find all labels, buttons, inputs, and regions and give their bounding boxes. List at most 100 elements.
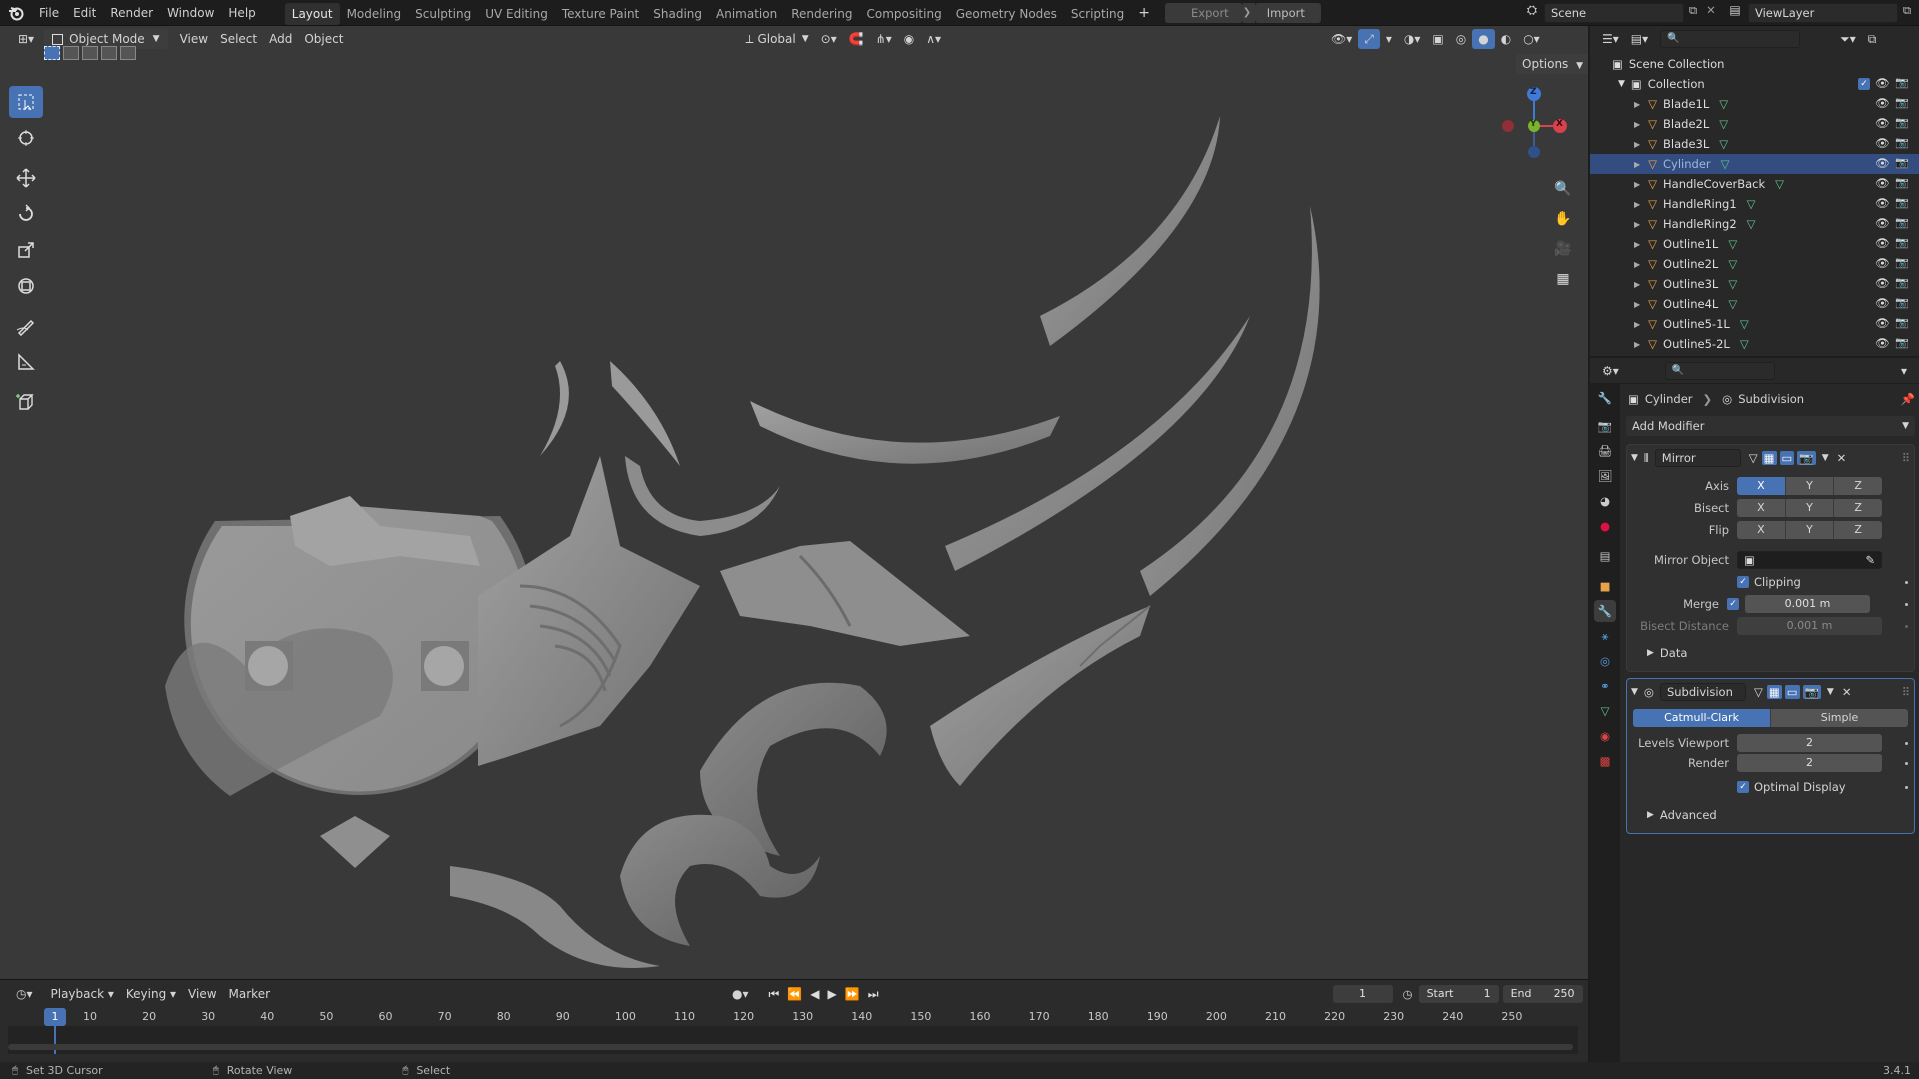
outliner-item-outline3l[interactable]: ▶ ▽ Outline3L ▽ 👁 📷	[1590, 274, 1919, 294]
mesh-data-icon[interactable]: ▽	[1728, 257, 1737, 271]
outliner-collection[interactable]: ▼ ▣ Collection ✓ 👁 📷	[1590, 74, 1919, 94]
workspace-tab-shading[interactable]: Shading	[646, 3, 709, 25]
drag-handle-icon[interactable]: ⠿	[1902, 685, 1910, 699]
modifier-tab-icon[interactable]: 🔧	[1594, 600, 1616, 622]
add-workspace-button[interactable]: +	[1131, 0, 1157, 26]
new-collection-icon[interactable]: ⧉	[1862, 29, 1883, 49]
delete-modifier-icon[interactable]: ✕	[1837, 451, 1847, 465]
mirror-name-field[interactable]: Mirror	[1654, 449, 1741, 467]
flip-y-toggle[interactable]: Y	[1785, 521, 1835, 539]
keyframe-dot-icon[interactable]	[1905, 602, 1908, 606]
render-camera-icon[interactable]: 📷	[1895, 76, 1909, 89]
measure-tool-icon[interactable]	[9, 346, 43, 378]
cage-toggle-icon[interactable]: ▦	[1766, 685, 1782, 699]
workspace-tab-texture-paint[interactable]: Texture Paint	[555, 3, 646, 25]
catmull-clark-button[interactable]: Catmull-Clark	[1633, 709, 1771, 727]
render-camera-icon[interactable]: 📷	[1895, 236, 1909, 249]
xray-icon[interactable]: ▣	[1426, 29, 1449, 49]
modifier-menu-icon[interactable]: ▼	[1827, 687, 1834, 697]
end-frame-field[interactable]: End 250	[1502, 985, 1583, 1003]
zoom-icon[interactable]: 🔍	[1550, 176, 1576, 202]
keyframe-dot-icon[interactable]	[1905, 785, 1908, 789]
wireframe-shading-icon[interactable]: ◎	[1450, 29, 1472, 49]
outliner-item-outline4l[interactable]: ▶ ▽ Outline4L ▽ 👁 📷	[1590, 294, 1919, 314]
visibility-eye-icon[interactable]: 👁	[1875, 96, 1890, 110]
collapse-arrow-icon[interactable]: ▼	[1631, 453, 1638, 463]
perspective-grid-icon[interactable]: ▦	[1550, 266, 1576, 292]
falloff-icon[interactable]: ∧▾	[920, 29, 947, 49]
output-tab-icon[interactable]: 🖨	[1594, 440, 1616, 462]
material-shading-icon[interactable]: ◐	[1495, 29, 1517, 49]
physics-tab-icon[interactable]: ◎	[1594, 650, 1616, 672]
expand-arrow-icon[interactable]: ▶	[1634, 160, 1640, 169]
bisect-y-toggle[interactable]: Y	[1785, 499, 1835, 517]
properties-options-icon[interactable]: ▾	[1895, 361, 1913, 381]
bisect-x-toggle[interactable]: X	[1737, 499, 1786, 517]
workspace-tab-animation[interactable]: Animation	[709, 3, 784, 25]
visibility-eye-icon[interactable]: 👁	[1875, 116, 1890, 130]
expand-arrow-icon[interactable]: ▶	[1634, 140, 1640, 149]
render-toggle-icon[interactable]: 📷	[1802, 685, 1821, 699]
edit-mode-toggle-icon[interactable]: ▽	[1754, 685, 1763, 699]
menu-select[interactable]: Select	[214, 29, 263, 49]
pivot-point-icon[interactable]: ⊙▾	[815, 29, 843, 49]
clock-icon[interactable]: ◷	[1403, 987, 1413, 1001]
blender-logo-icon[interactable]	[0, 0, 32, 26]
visibility-eye-icon[interactable]: 👁	[1875, 316, 1890, 330]
workspace-tab-layout[interactable]: Layout	[284, 2, 340, 25]
merge-checkbox[interactable]: ✓	[1727, 598, 1739, 610]
select-extend-icon[interactable]	[63, 46, 79, 60]
delete-modifier-icon[interactable]: ✕	[1842, 685, 1852, 699]
render-camera-icon[interactable]: 📷	[1895, 336, 1909, 349]
editor-type-icon[interactable]: ⊞▾	[12, 29, 40, 49]
workspace-tab-uv-editing[interactable]: UV Editing	[478, 3, 555, 25]
expand-arrow-icon[interactable]: ▶	[1634, 100, 1640, 109]
export-button[interactable]: Export	[1165, 2, 1243, 23]
timeline-editor-type-icon[interactable]: ◷▾	[10, 984, 39, 1004]
snap-target-icon[interactable]: ⋔▾	[870, 29, 898, 49]
mesh-data-icon[interactable]: ▽	[1747, 217, 1756, 231]
drag-handle-icon[interactable]: ⠿	[1902, 451, 1910, 465]
select-box-tool-icon[interactable]	[9, 86, 43, 118]
viewlayer-name-field[interactable]: ViewLayer	[1748, 3, 1898, 23]
view-layer-tab-icon[interactable]: 🖼	[1594, 465, 1616, 487]
world-tab-icon[interactable]: ●	[1594, 515, 1616, 537]
texture-tab-icon[interactable]: ▩	[1594, 750, 1616, 772]
menu-playback[interactable]: Playback ▾	[45, 984, 120, 1004]
start-frame-field[interactable]: Start 1	[1418, 985, 1499, 1003]
filter-icon[interactable]: ⏷▾	[1834, 29, 1862, 49]
mesh-data-icon[interactable]: ▽	[1728, 297, 1737, 311]
expand-arrow-icon[interactable]: ▶	[1634, 320, 1640, 329]
exclude-checkbox[interactable]: ✓	[1858, 78, 1870, 90]
mirror-object-field[interactable]: ▣ ✎	[1737, 551, 1882, 569]
menu-file[interactable]: File	[32, 0, 66, 26]
outliner-item-handlering2[interactable]: ▶ ▽ HandleRing2 ▽ 👁 📷	[1590, 214, 1919, 234]
add-cube-tool-icon[interactable]	[9, 386, 43, 418]
outliner-item-cylinder[interactable]: ▶ ▽ Cylinder ▽ 👁 📷	[1590, 154, 1919, 174]
cage-toggle-icon[interactable]: ▦	[1761, 451, 1777, 465]
outliner-scene-collection[interactable]: ▣ Scene Collection	[1590, 54, 1919, 74]
workspace-tab-rendering[interactable]: Rendering	[784, 3, 859, 25]
move-tool-icon[interactable]	[9, 162, 43, 194]
optimal-display-checkbox[interactable]: ✓	[1737, 781, 1749, 793]
new-viewlayer-icon[interactable]: ⧉	[1898, 3, 1916, 23]
collection-tab-icon[interactable]: ▤	[1594, 545, 1616, 567]
object-tab-icon[interactable]: ■	[1594, 575, 1616, 597]
expand-arrow-icon[interactable]: ▶	[1634, 220, 1640, 229]
render-camera-icon[interactable]: 📷	[1895, 196, 1909, 209]
merge-distance-field[interactable]: 0.001 m	[1745, 595, 1870, 613]
workspace-tab-geometry-nodes[interactable]: Geometry Nodes	[949, 3, 1064, 25]
jump-start-icon[interactable]: ⏮	[765, 987, 784, 1002]
visibility-eye-icon[interactable]: 👁	[1875, 296, 1890, 310]
annotate-tool-icon[interactable]	[9, 310, 43, 342]
menu-object[interactable]: Object	[298, 29, 349, 49]
gizmo-dropdown-icon[interactable]: ▾	[1380, 29, 1398, 49]
playhead-marker[interactable]: 1	[44, 1008, 66, 1026]
scene-tab-icon[interactable]: ◕	[1594, 490, 1616, 512]
particles-tab-icon[interactable]: ⚹	[1594, 625, 1616, 647]
mesh-data-icon[interactable]: ▽	[1719, 117, 1728, 131]
cursor-tool-icon[interactable]	[9, 122, 43, 154]
workspace-tab-sculpting[interactable]: Sculpting	[408, 3, 478, 25]
outliner-item-outline1l[interactable]: ▶ ▽ Outline1L ▽ 👁 📷	[1590, 234, 1919, 254]
constraints-tab-icon[interactable]: ⚭	[1594, 675, 1616, 697]
